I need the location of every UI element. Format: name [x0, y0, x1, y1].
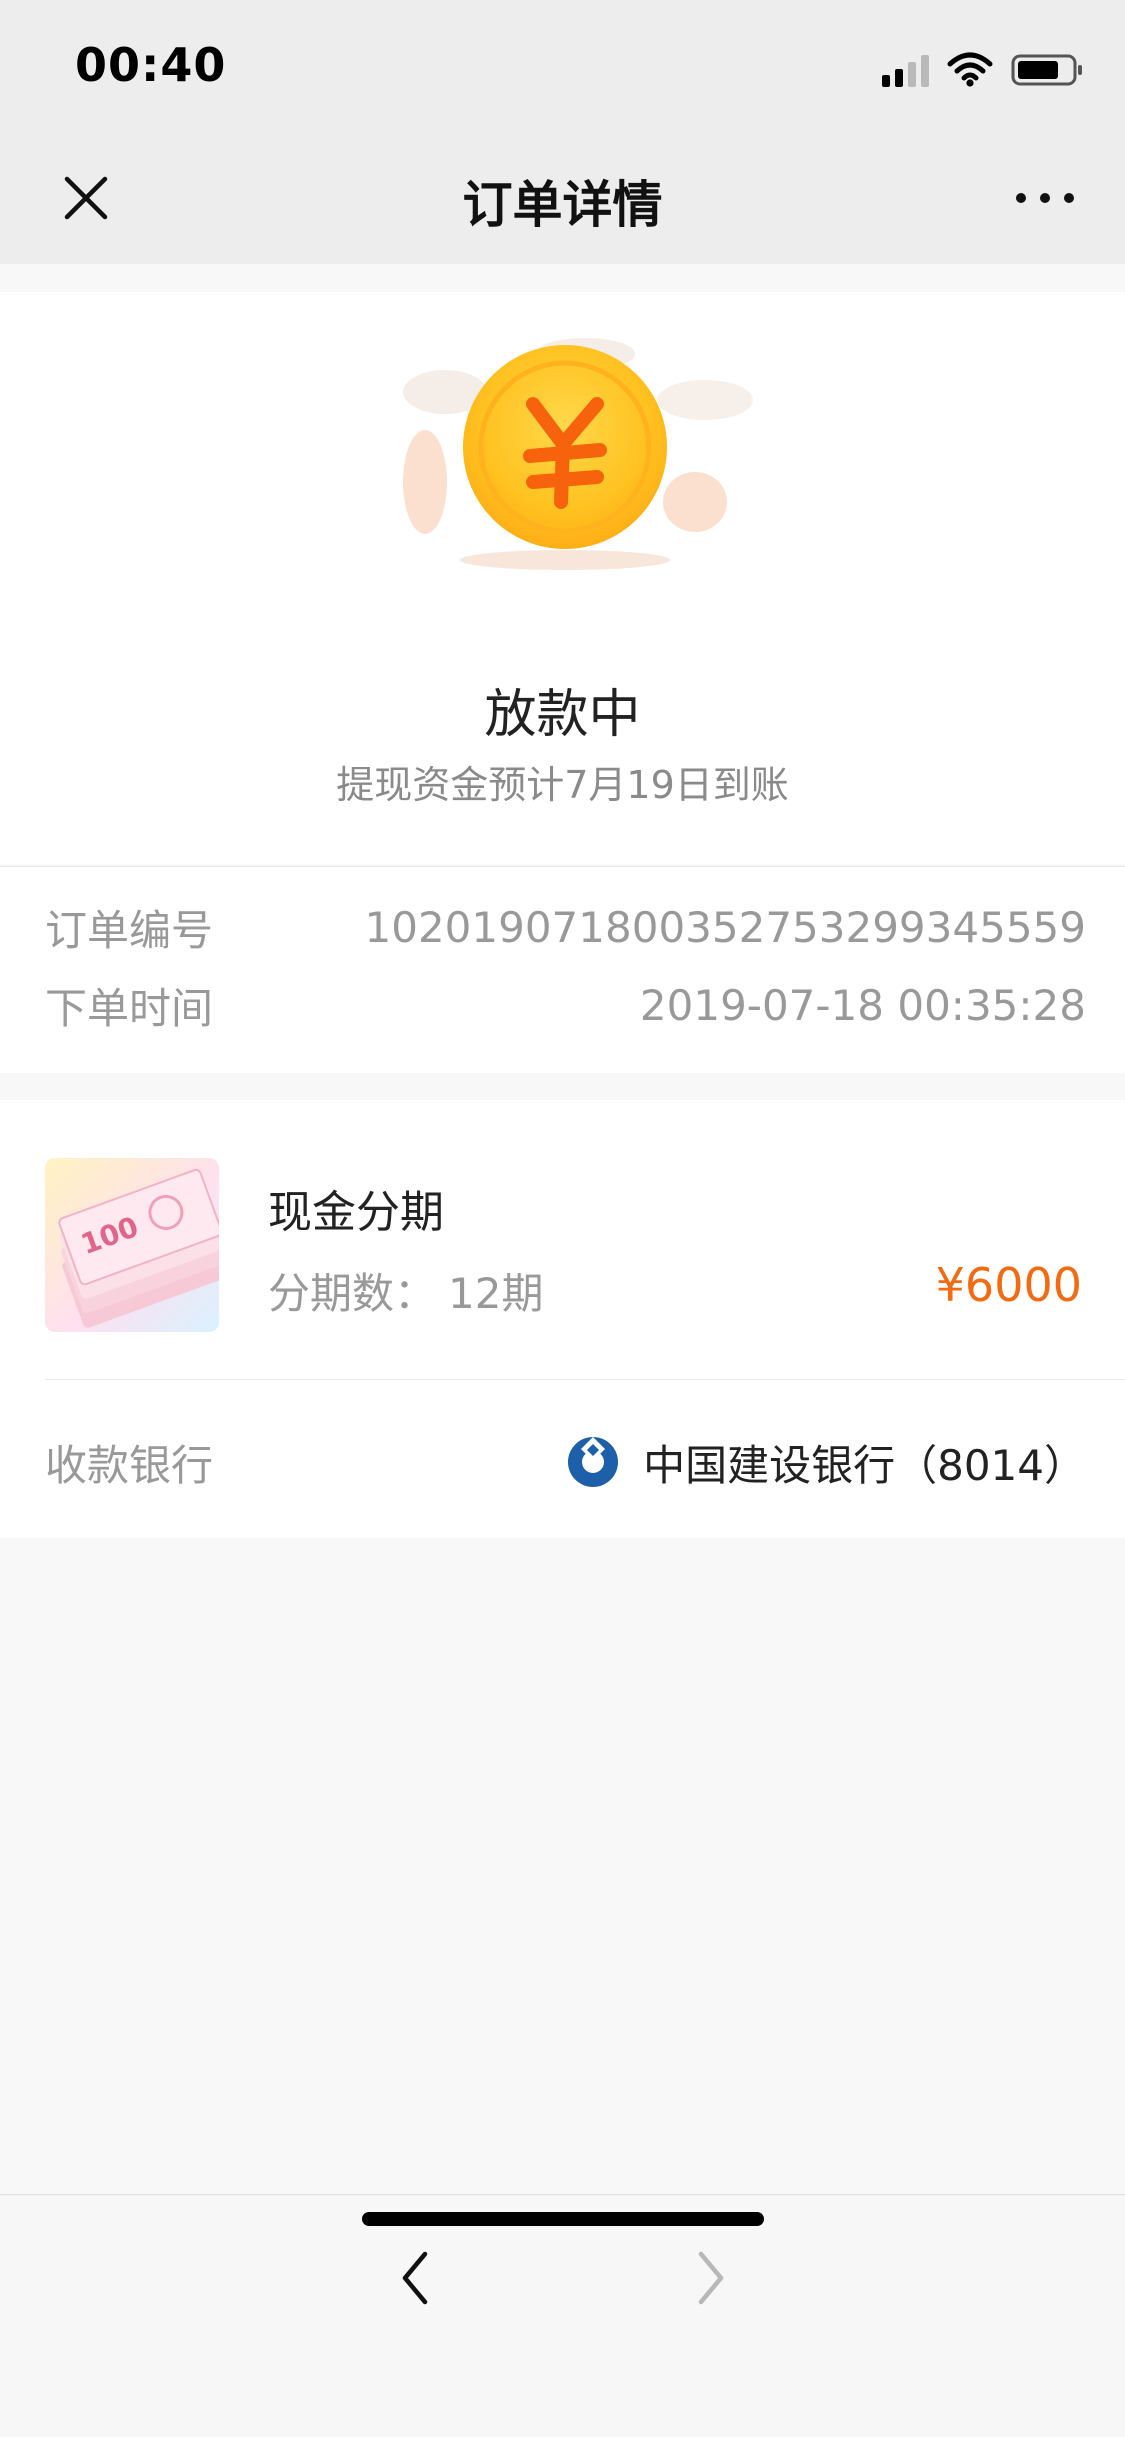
top-chrome: 00:40 订单详情 — [0, 0, 1125, 264]
status-hero: 放款中 提现资金预计7月19日到账 — [0, 292, 1125, 864]
divider — [45, 1379, 1125, 1380]
receiving-bank-value: 中国建设银行（8014） — [643, 1440, 1086, 1490]
product-card: 100 现金分期 分期数： 12期 ¥6000 收款银行 中国建设银行（8014） — [0, 1100, 1125, 1538]
installment-term-value: 12期 — [448, 1269, 544, 1318]
installment-term-label: 分期数： — [268, 1269, 437, 1318]
home-indicator[interactable] — [362, 2212, 764, 2226]
wifi-icon — [947, 52, 993, 87]
order-number-value: 102019071800352753299345559 — [364, 902, 1087, 952]
status-time: 00:40 — [75, 38, 227, 92]
more-dot — [1016, 193, 1026, 203]
more-options-button[interactable] — [995, 160, 1095, 236]
order-number-label: 订单编号 — [45, 905, 214, 955]
product-price: ¥6000 — [935, 1258, 1082, 1312]
installment-term: 分期数： 12期 — [268, 1260, 543, 1321]
page-title: 订单详情 — [462, 176, 663, 234]
receiving-bank-row: 收款银行 中国建设银行（8014） — [45, 1428, 1086, 1496]
order-time-value: 2019-07-18 00:35:28 — [639, 980, 1086, 1030]
cellular-signal-icon — [882, 53, 929, 87]
more-dot — [1040, 193, 1050, 203]
status-icons — [882, 48, 1085, 92]
receiving-bank-value-wrap: 中国建设银行（8014） — [565, 1432, 1086, 1493]
chevron-right-icon — [698, 2251, 724, 2305]
battery-icon — [1011, 54, 1082, 86]
banknotes-icon: 100 — [58, 1168, 219, 1328]
order-meta: 订单编号 102019071800352753299345559 下单时间 20… — [0, 866, 1125, 1073]
order-time-row: 下单时间 2019-07-18 00:35:28 — [45, 975, 1086, 1035]
gold-yuan-coin-icon — [403, 338, 753, 570]
more-dot — [1064, 193, 1074, 203]
product-name: 现金分期 — [268, 1187, 444, 1238]
ccb-bank-logo-icon — [568, 1437, 619, 1487]
bottom-nav-bar — [0, 2194, 1125, 2437]
receiving-bank-label: 收款银行 — [45, 1440, 214, 1490]
chevron-left-icon — [402, 2251, 428, 2305]
order-time-label: 下单时间 — [45, 983, 214, 1033]
product-thumbnail: 100 — [45, 1158, 219, 1332]
forward-button[interactable] — [666, 2233, 756, 2323]
order-number-row: 订单编号 102019071800352753299345559 — [45, 897, 1086, 957]
loan-status: 放款中 — [484, 685, 641, 745]
arrival-note: 提现资金预计7月19日到账 — [336, 763, 789, 807]
back-button[interactable] — [370, 2233, 460, 2323]
